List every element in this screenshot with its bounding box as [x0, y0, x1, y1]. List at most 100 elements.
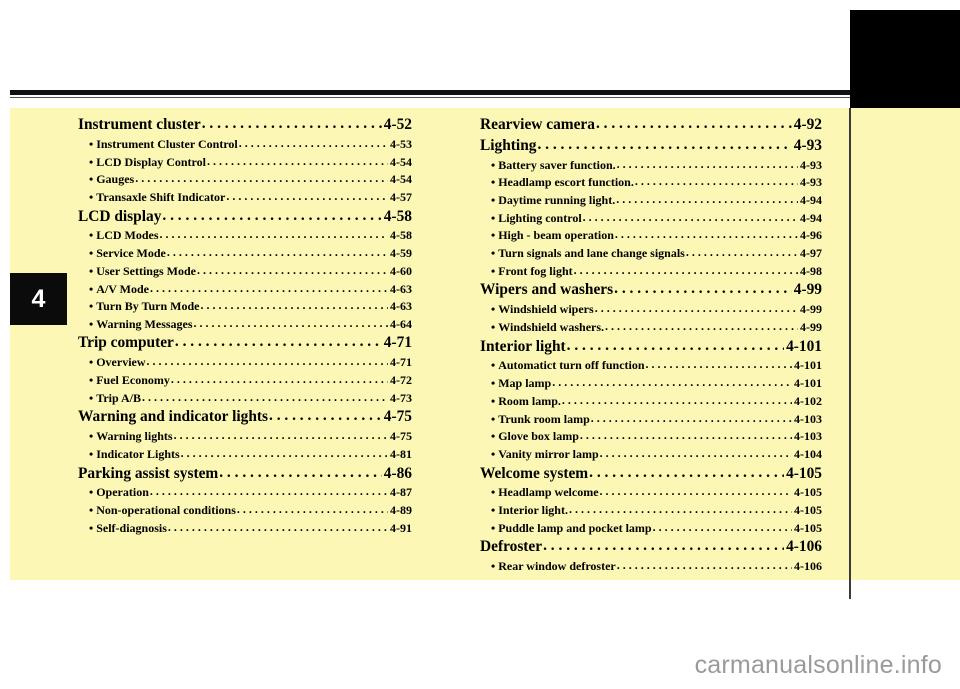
- toc-entry[interactable]: Transaxle Shift Indicator 4-57: [78, 188, 412, 206]
- toc-entry-page: 4-75: [383, 408, 412, 426]
- toc-entry-label: Windshield wipers: [491, 303, 593, 315]
- toc-entry-label: Self-diagnosis: [89, 522, 167, 534]
- toc-entry-label: Wipers and washers: [480, 281, 614, 299]
- toc-entry-label: Rearview camera: [480, 116, 595, 133]
- toc-entry[interactable]: Defroster 4-106: [480, 536, 822, 557]
- toc-entry[interactable]: Glove box lamp 4-103: [480, 427, 822, 445]
- toc-entry[interactable]: Parking assist system 4-86: [78, 463, 412, 484]
- toc-entry[interactable]: Lighting 4-93: [480, 135, 822, 156]
- toc-entry[interactable]: Gauges 4-54: [78, 170, 412, 188]
- toc-entry[interactable]: Daytime running light. 4-94: [480, 191, 822, 209]
- toc-entry[interactable]: Room lamp. 4-102: [480, 392, 822, 410]
- toc-leader-dots: [150, 282, 388, 294]
- toc-entry-page: 4-59: [390, 246, 412, 261]
- toc-entry[interactable]: Warning and indicator lights 4-75: [78, 406, 412, 427]
- toc-entry[interactable]: Overview 4-71: [78, 353, 412, 371]
- toc-entry-label: Automatict turn off function: [491, 359, 644, 371]
- toc-entry-page: 4-93: [793, 136, 822, 154]
- toc-entry[interactable]: Front fog light 4-98: [480, 262, 822, 280]
- toc-entry[interactable]: Wipers and washers 4-99: [480, 279, 822, 300]
- toc-column-right: Rearview camera 4-92 Lighting 4-93 Battery s…: [430, 114, 850, 580]
- toc-entry-page: 4-102: [794, 393, 822, 408]
- toc-entry[interactable]: High - beam operation 4-96: [480, 226, 822, 244]
- toc-entry[interactable]: A/V Mode 4-63: [78, 279, 412, 297]
- toc-entry-page: 4-57: [390, 189, 412, 204]
- toc-entry[interactable]: Windshield washers. 4-99: [480, 318, 822, 336]
- toc-leader-dots: [200, 299, 388, 311]
- toc-entry[interactable]: Self-diagnosis 4-91: [78, 519, 412, 537]
- toc-entry[interactable]: Indicator Lights 4-81: [78, 445, 412, 463]
- toc-entry[interactable]: Windshield wipers 4-99: [480, 300, 822, 318]
- toc-leader-dots: [617, 158, 798, 170]
- toc-leader-dots: [583, 211, 798, 223]
- toc-entry-page: 4-94: [800, 193, 822, 208]
- toc-leader-dots: [226, 190, 388, 202]
- toc-leader-dots: [552, 376, 792, 388]
- toc-entry[interactable]: Rear window defroster 4-106: [480, 557, 822, 575]
- toc-entry[interactable]: Warning Messages 4-64: [78, 315, 412, 333]
- toc-entry-label: User Settings Mode: [89, 265, 196, 277]
- toc-entry[interactable]: Warning lights 4-75: [78, 427, 412, 445]
- toc-leader-dots: [605, 320, 798, 332]
- toc-column-left: Instrument cluster 4-52 Instrument Cluster…: [10, 114, 430, 580]
- toc-leader-dots: [543, 538, 784, 553]
- toc-entry[interactable]: Instrument cluster 4-52: [78, 114, 412, 135]
- toc-leader-dots: [147, 355, 388, 367]
- toc-entry-page: 4-97: [800, 246, 822, 261]
- toc-entry-page: 4-72: [390, 373, 412, 388]
- toc-entry[interactable]: Non-operational conditions 4-89: [78, 501, 412, 519]
- toc-entry[interactable]: Trip computer 4-71: [78, 332, 412, 353]
- toc-entry-label: LCD display: [78, 207, 162, 225]
- toc-entry[interactable]: Headlamp escort function. 4-93: [480, 173, 822, 191]
- toc-entry[interactable]: Automatict turn off function 4-101: [480, 356, 822, 374]
- toc-entry-page: 4-101: [786, 337, 822, 355]
- toc-entry-label: Operation: [89, 486, 149, 498]
- toc-entry[interactable]: Lighting control 4-94: [480, 209, 822, 227]
- toc-entry-label: LCD Display Control: [89, 156, 206, 168]
- toc-entry-page: 4-86: [383, 464, 412, 482]
- toc-leader-dots: [686, 246, 798, 258]
- toc-entry-page: 4-60: [390, 263, 412, 278]
- toc-entry[interactable]: LCD display 4-58: [78, 206, 412, 227]
- toc-entry[interactable]: Turn By Turn Mode 4-63: [78, 297, 412, 315]
- toc-entry[interactable]: Trip A/B 4-73: [78, 389, 412, 407]
- toc-entry[interactable]: Interior light 4-101: [480, 336, 822, 357]
- toc-leader-dots: [168, 521, 388, 533]
- toc-entry-label: Map lamp: [491, 377, 551, 389]
- toc-entry[interactable]: Battery saver function. 4-93: [480, 156, 822, 174]
- toc-entry-page: 4-106: [786, 538, 822, 556]
- toc-entry[interactable]: Welcome system 4-105: [480, 463, 822, 484]
- toc-entry-page: 4-81: [390, 446, 412, 461]
- toc-entry-page: 4-92: [793, 116, 822, 133]
- toc-entry[interactable]: Turn signals and lane change signals 4-97: [480, 244, 822, 262]
- toc-entry-page: 4-63: [390, 299, 412, 314]
- toc-entry[interactable]: User Settings Mode 4-60: [78, 262, 412, 280]
- toc-entry[interactable]: Interior light. 4-105: [480, 501, 822, 519]
- toc-leader-dots: [167, 246, 388, 258]
- toc-entry-label: Lighting: [480, 136, 537, 154]
- toc-entry[interactable]: LCD Display Control 4-54: [78, 152, 412, 170]
- site-watermark: carmanualsonline.info: [694, 651, 942, 679]
- toc-entry-page: 4-106: [794, 559, 822, 574]
- toc-entry[interactable]: Headlamp welcome 4-105: [480, 483, 822, 501]
- toc-entry[interactable]: Vanity mirror lamp 4-104: [480, 445, 822, 463]
- toc-entry[interactable]: Rearview camera 4-92: [480, 114, 822, 135]
- toc-entry[interactable]: Fuel Economy 4-72: [78, 371, 412, 389]
- toc-entry[interactable]: Operation 4-87: [78, 483, 412, 501]
- toc-entry-label: Rear window defroster: [491, 560, 616, 572]
- toc-entry[interactable]: Puddle lamp and pocket lamp 4-105: [480, 519, 822, 537]
- toc-entry-page: 4-54: [390, 154, 412, 169]
- toc-entry[interactable]: Instrument Cluster Control 4-53: [78, 135, 412, 153]
- toc-entry[interactable]: LCD Modes 4-58: [78, 226, 412, 244]
- toc-entry-label: Instrument Cluster Control: [89, 138, 238, 150]
- toc-entry-page: 4-105: [786, 464, 822, 482]
- toc-entry-label: Transaxle Shift Indicator: [89, 191, 225, 203]
- toc-leader-dots: [580, 429, 792, 441]
- toc-entry-label: Defroster: [480, 538, 543, 556]
- toc-leader-dots: [616, 193, 798, 205]
- toc-entry[interactable]: Trunk room lamp 4-103: [480, 409, 822, 427]
- toc-entry-label: Welcome system: [480, 464, 589, 482]
- toc-entry[interactable]: Service Mode 4-59: [78, 244, 412, 262]
- toc-leader-dots: [181, 447, 388, 459]
- toc-entry[interactable]: Map lamp 4-101: [480, 374, 822, 392]
